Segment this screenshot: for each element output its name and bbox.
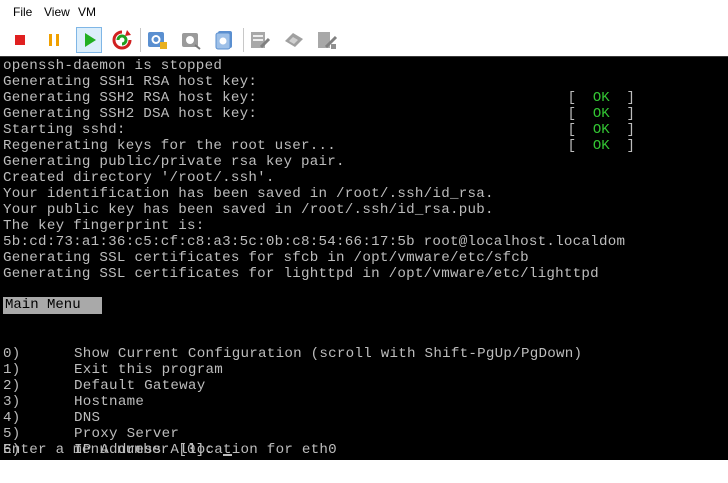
console-line: Generating public/private rsa key pair.: [3, 154, 345, 170]
suspend-icon[interactable]: [41, 27, 67, 53]
console-line: Regenerating keys for the root user...: [3, 138, 337, 154]
console-line: 5b:cd:73:a1:36:c5:cf:c8:a3:5c:0b:c8:54:6…: [3, 234, 626, 250]
console-line: Generating SSH1 RSA host key:: [3, 74, 258, 90]
send-ctrl-alt-del-icon[interactable]: [281, 27, 307, 53]
menu-option[interactable]: 0) Show Current Configuration (scroll wit…: [0, 330, 728, 362]
vm-settings-icon[interactable]: [247, 27, 273, 53]
console-line: The key fingerprint is:: [3, 218, 205, 234]
menu-prompt[interactable]: Enter a menu number [0]:: [3, 442, 233, 458]
console-line: Generating SSH2 DSA host key:: [3, 106, 258, 122]
menu-option[interactable]: 2) Default Gateway: [0, 362, 728, 394]
console-line: Your identification has been saved in /r…: [3, 186, 494, 202]
toolbar: [0, 24, 728, 56]
vm-console[interactable]: openssh-daemon is stopped Generating SSH…: [0, 56, 728, 460]
menubar: File View VM: [0, 0, 728, 24]
usb-devices-icon[interactable]: [314, 27, 340, 53]
text-cursor: [223, 454, 233, 456]
manage-snapshots-icon[interactable]: [212, 27, 238, 53]
menu-option[interactable]: 5) Proxy Server: [0, 410, 728, 442]
menu-option[interactable]: 1) Exit this program: [0, 346, 728, 378]
stop-icon[interactable]: [7, 27, 33, 53]
snapshot-icon[interactable]: [144, 27, 170, 53]
status-ok: [ OK ]: [567, 122, 635, 138]
menu-file[interactable]: File: [13, 5, 32, 19]
console-line: Generating SSH2 RSA host key:: [3, 90, 258, 106]
console-line: Generating SSL certificates for sfcb in …: [3, 250, 529, 266]
status-ok: [ OK ]: [567, 106, 635, 122]
status-ok: [ OK ]: [567, 90, 635, 106]
status-strip: [0, 460, 728, 483]
console-line: openssh-daemon is stopped: [3, 58, 223, 74]
toolbar-separator: [243, 28, 244, 52]
revert-snapshot-icon[interactable]: [178, 27, 204, 53]
status-ok: [ OK ]: [567, 138, 635, 154]
menu-vm[interactable]: VM: [78, 5, 96, 19]
menu-view[interactable]: View: [44, 5, 70, 19]
reset-icon[interactable]: [109, 27, 135, 53]
main-menu-title: Main Menu: [3, 297, 102, 314]
menu-option[interactable]: 4) DNS: [0, 394, 728, 426]
console-line: Generating SSL certificates for lighttpd…: [3, 266, 599, 282]
menu-option[interactable]: 6) IP Address Allocation for eth0: [0, 426, 728, 458]
menu-option[interactable]: 3) Hostname: [0, 378, 728, 410]
toolbar-separator: [140, 28, 141, 52]
console-line: Your public key has been saved in /root/…: [3, 202, 494, 218]
console-line: Created directory '/root/.ssh'.: [3, 170, 275, 186]
play-icon[interactable]: [76, 27, 102, 53]
console-line: Starting sshd:: [3, 122, 126, 138]
